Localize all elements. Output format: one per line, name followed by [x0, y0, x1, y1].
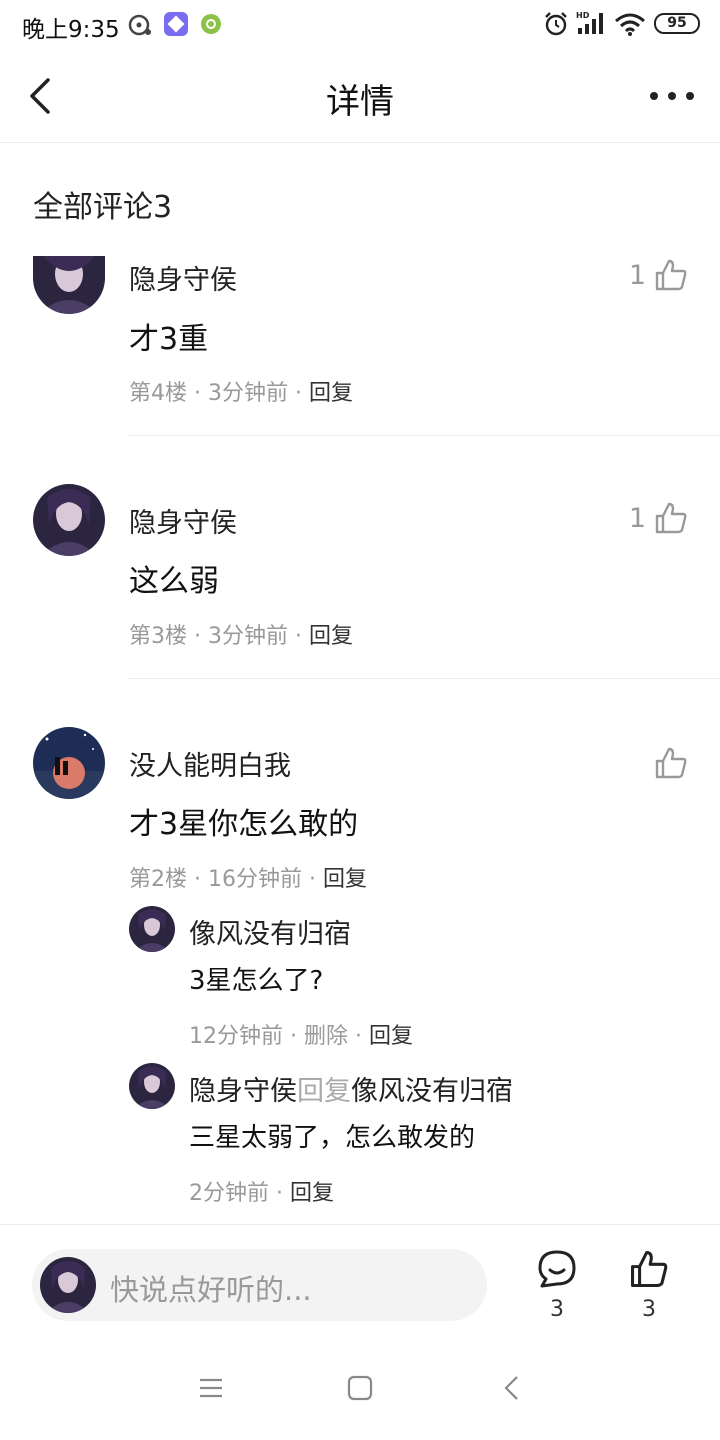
input-placeholder: 快说点好听的... [110, 1273, 312, 1307]
meta-separator: · [295, 381, 302, 406]
reply-button[interactable]: 回复 [309, 624, 353, 649]
comment-input-bar: 快说点好听的... 3 3 [0, 1224, 720, 1344]
comment-floor: 第2楼 [129, 867, 187, 892]
page-title: 详情 [326, 82, 394, 122]
comment-username[interactable]: 隐身守侯 [129, 258, 237, 297]
reply-avatar[interactable] [129, 1063, 175, 1109]
system-nav-bar [0, 1345, 720, 1440]
music-disc-icon [128, 14, 151, 36]
status-time: 晚上9:35 [22, 17, 120, 43]
meta-separator: · [194, 624, 201, 649]
reply-button[interactable]: 回复 [323, 867, 367, 892]
avatar [40, 1257, 96, 1313]
comment-floor: 第4楼 [129, 381, 187, 406]
back-icon[interactable] [500, 1375, 524, 1401]
like-post-button[interactable]: 3 [619, 1249, 679, 1322]
reply-username[interactable]: 像风没有归宿 [189, 912, 351, 951]
thumbs-up-icon [631, 1251, 668, 1287]
comment-text: 才3星你怎么敢的 [129, 807, 359, 842]
reply-author[interactable]: 隐身守侯 [189, 1076, 297, 1107]
meta-separator: · [355, 1024, 363, 1049]
comment-input[interactable]: 快说点好听的... [32, 1249, 487, 1321]
comment-text: 这么弱 [129, 564, 219, 599]
reply-time: 12分钟前 [189, 1024, 283, 1049]
settings-app-icon [201, 14, 221, 34]
like-count: 3 [642, 1297, 656, 1322]
divider [128, 678, 720, 679]
status-bar: 晚上9:35 HD 95 [0, 0, 720, 50]
comment-time: 3分钟前 [208, 381, 288, 406]
comments-section-title: 全部评论3 [33, 190, 173, 225]
reply-button[interactable]: 回复 [290, 1181, 334, 1206]
alarm-icon [545, 12, 567, 36]
meta-separator: · [194, 381, 201, 406]
reply-target[interactable]: 像风没有归宿 [351, 1076, 513, 1107]
avatar[interactable] [33, 256, 105, 314]
comment-meta: 第2楼 · 16分钟前 · 回复 [129, 861, 367, 893]
more-options-icon[interactable] [648, 86, 696, 106]
reply-word: 回复 [297, 1076, 351, 1107]
meta-separator: · [194, 867, 201, 892]
thumbs-up-icon [655, 502, 687, 534]
meta-separator: · [276, 1181, 283, 1206]
avatar[interactable] [33, 727, 105, 799]
delete-button[interactable]: 删除 [304, 1024, 348, 1049]
avatar[interactable] [33, 484, 105, 556]
svg-text:HD: HD [576, 11, 590, 20]
menu-icon[interactable] [198, 1375, 224, 1401]
home-icon[interactable] [347, 1375, 373, 1401]
comment-floor: 第3楼 [129, 624, 187, 649]
comment-meta: 第4楼 · 3分钟前 · 回复 [129, 375, 353, 407]
comment-username[interactable]: 没人能明白我 [129, 744, 291, 783]
like-button[interactable] [654, 746, 688, 780]
reply-time: 2分钟前 [189, 1181, 269, 1206]
comment-text: 才3重 [129, 322, 209, 357]
like-button[interactable]: 1 [629, 501, 688, 535]
meta-separator: · [309, 867, 316, 892]
reply-button[interactable]: 回复 [369, 1024, 413, 1049]
comment-time: 16分钟前 [208, 867, 302, 892]
comment-time: 3分钟前 [208, 624, 288, 649]
divider [128, 435, 720, 436]
comment-count-button[interactable]: 3 [527, 1249, 587, 1322]
reply-avatar[interactable] [129, 906, 175, 952]
comment-count: 3 [550, 1297, 564, 1322]
signal-icon: HD [576, 11, 603, 34]
reply-text: 3星怎么了? [189, 966, 324, 996]
comment-meta: 第3楼 · 3分钟前 · 回复 [129, 618, 353, 650]
reply-button[interactable]: 回复 [309, 381, 353, 406]
comment-bubble-icon [538, 1250, 576, 1288]
thumbs-up-icon [655, 747, 687, 779]
comment-username[interactable]: 隐身守侯 [129, 501, 237, 540]
reply-username: 隐身守侯回复像风没有归宿 [189, 1069, 513, 1108]
wifi-icon [615, 13, 645, 36]
thumbs-up-icon [655, 259, 687, 291]
reply-text: 三星太弱了，怎么敢发的 [189, 1123, 476, 1153]
reply-meta: 2分钟前 · 回复 [189, 1175, 334, 1207]
meta-separator: · [290, 1024, 297, 1049]
like-button[interactable]: 1 [629, 258, 688, 292]
like-count: 1 [628, 502, 646, 534]
battery-indicator: 95 [654, 13, 700, 34]
reply-meta: 12分钟前 · 删除 · 回复 [189, 1018, 413, 1050]
like-count: 1 [628, 259, 646, 291]
app-notification-icon [164, 12, 188, 36]
nav-bar: 详情 [0, 50, 720, 143]
meta-separator: · [295, 624, 302, 649]
